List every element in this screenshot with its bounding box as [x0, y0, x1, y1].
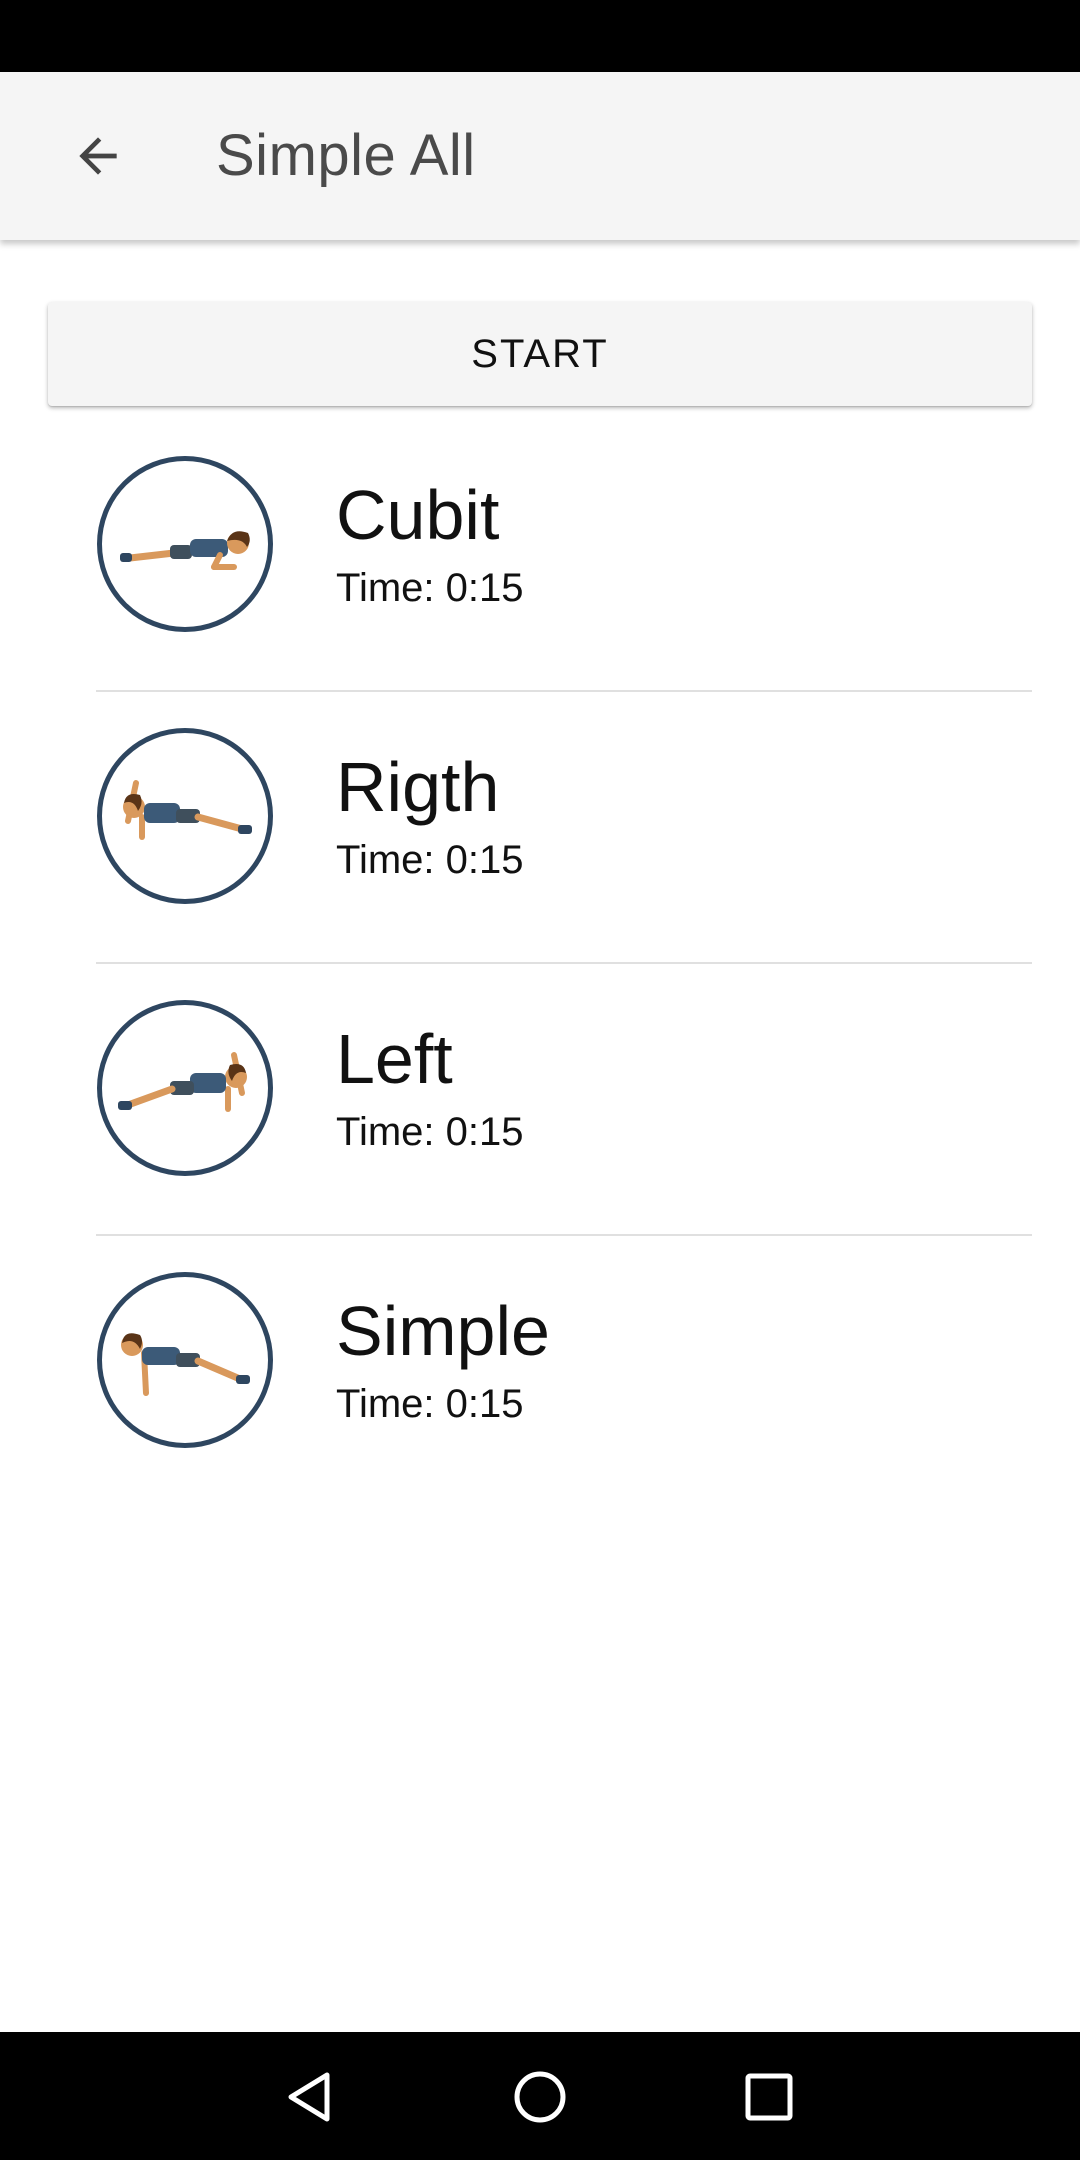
exercise-name: Left: [336, 1020, 453, 1098]
exercise-time: Time: 0:15: [336, 1382, 524, 1426]
nav-recents-square-icon: [745, 2073, 793, 2121]
nav-home-button[interactable]: [505, 2062, 575, 2132]
arrow-back-icon: [79, 137, 117, 175]
list-item[interactable]: Rigth Time: 0:15: [0, 692, 1080, 964]
exercise-time: Time: 0:15: [336, 1110, 524, 1154]
list-item[interactable]: Simple Time: 0:15: [0, 1236, 1080, 1508]
plank-straight-arm-icon: [97, 1272, 273, 1448]
navigation-bar: [0, 2032, 1080, 2160]
side-plank-left-icon: [97, 1000, 273, 1176]
list-item[interactable]: Cubit Time: 0:15: [0, 420, 1080, 692]
status-bar: [0, 0, 1080, 72]
plank-elbow-icon: [97, 456, 273, 632]
back-button[interactable]: [58, 116, 138, 196]
exercise-time: Time: 0:15: [336, 566, 524, 610]
list-item[interactable]: Left Time: 0:15: [0, 964, 1080, 1236]
exercise-name: Cubit: [336, 476, 500, 554]
exercise-time: Time: 0:15: [336, 838, 524, 882]
side-plank-right-icon: [97, 728, 273, 904]
page-title: Simple All: [216, 123, 476, 188]
nav-recents-button[interactable]: [734, 2062, 804, 2132]
start-button[interactable]: START: [48, 302, 1032, 406]
exercise-name: Simple: [336, 1292, 550, 1370]
exercise-list: Cubit Time: 0:15 Rigth Time: 0:15 Left T…: [0, 420, 1080, 1508]
app-bar: Simple All: [0, 72, 1080, 240]
exercise-name: Rigth: [336, 748, 500, 826]
nav-back-triangle-icon: [288, 2072, 330, 2122]
nav-back-button[interactable]: [274, 2062, 344, 2132]
nav-home-circle-icon: [514, 2071, 566, 2123]
